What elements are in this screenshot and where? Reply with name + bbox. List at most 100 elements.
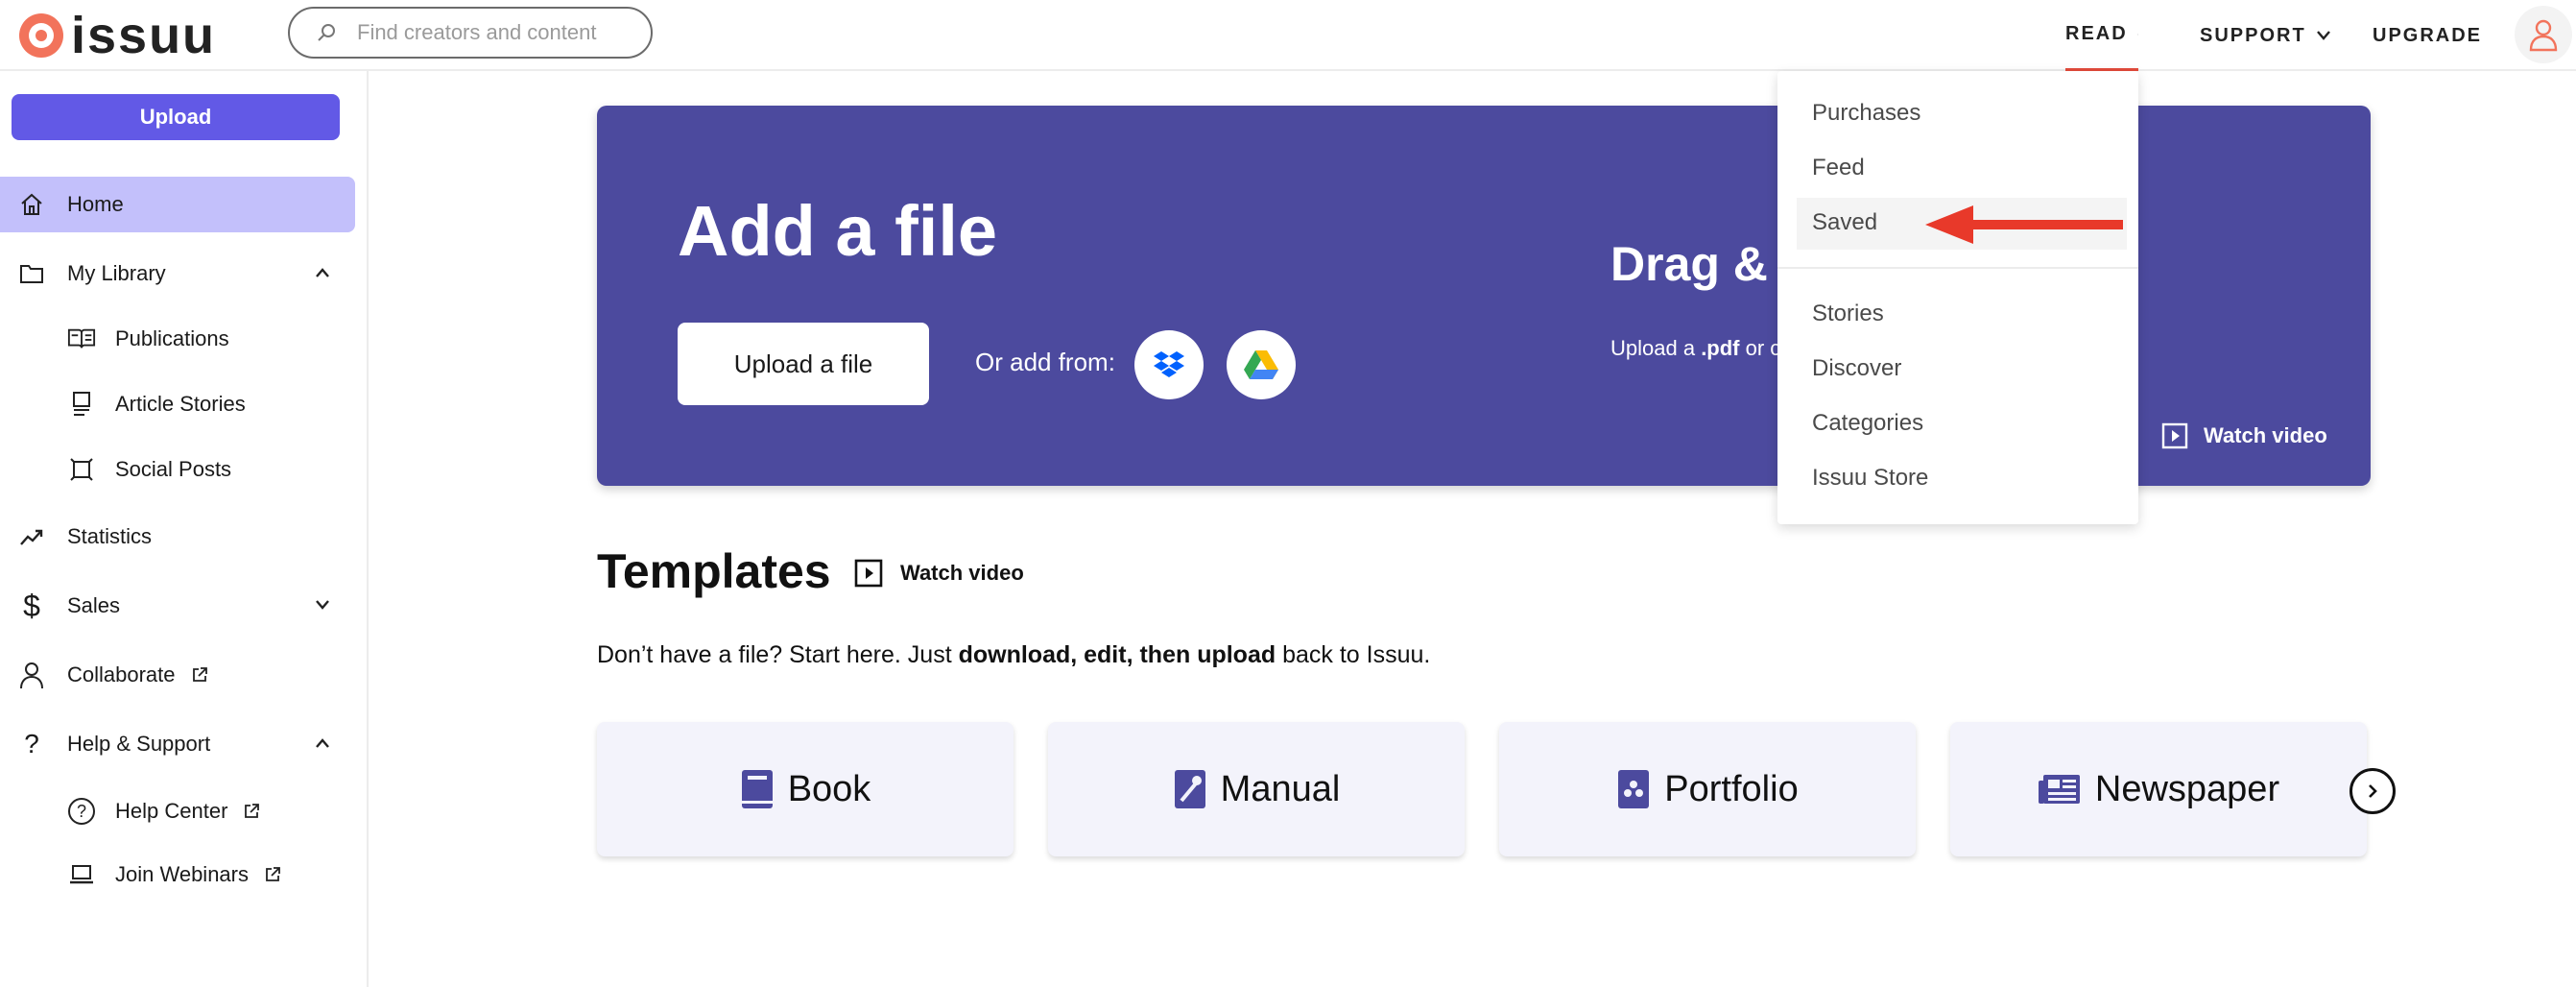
sidebar-item-label: Publications bbox=[115, 326, 229, 350]
search-input[interactable] bbox=[357, 20, 626, 45]
top-bar: issuu READ SUPPORT UPGRADE bbox=[0, 0, 2576, 71]
sidebar-item-label: Statistics bbox=[67, 524, 153, 548]
play-video-icon bbox=[854, 559, 883, 588]
dropdown-item-feed[interactable]: Feed bbox=[1812, 155, 1865, 181]
template-card-portfolio[interactable]: Portfolio bbox=[1499, 722, 1916, 856]
template-card-label: Newspaper bbox=[2094, 768, 2280, 809]
nav-support[interactable]: SUPPORT bbox=[2200, 0, 2331, 71]
sidebar-item-label: Collaborate bbox=[67, 662, 176, 686]
newspaper-icon bbox=[2038, 775, 2080, 804]
issuu-logo[interactable]: issuu bbox=[19, 10, 216, 61]
portfolio-icon bbox=[1618, 770, 1650, 808]
templates-title: Templates bbox=[597, 544, 831, 598]
dropbox-button[interactable] bbox=[1134, 330, 1204, 399]
nav-upgrade[interactable]: UPGRADE bbox=[2373, 0, 2482, 71]
sidebar-item-social-posts[interactable]: Social Posts bbox=[0, 442, 355, 497]
template-card-label: Manual bbox=[1220, 768, 1341, 809]
svg-text:?: ? bbox=[77, 802, 86, 821]
dropdown-item-categories[interactable]: Categories bbox=[1812, 410, 1923, 437]
template-card-label: Portfolio bbox=[1664, 768, 1799, 809]
sidebar-item-collaborate[interactable]: Collaborate bbox=[0, 647, 355, 703]
drag-desc-bold: .pdf bbox=[1701, 336, 1740, 360]
sidebar-item-sales[interactable]: $ Sales bbox=[0, 578, 355, 634]
external-link-icon bbox=[245, 804, 260, 818]
external-link-icon bbox=[192, 667, 207, 682]
nav-upgrade-label: UPGRADE bbox=[2373, 24, 2483, 46]
template-card-label: Book bbox=[787, 768, 871, 809]
sidebar-item-label: Article Stories bbox=[115, 392, 246, 416]
help-circle-icon: ? bbox=[67, 797, 96, 826]
social-post-icon bbox=[67, 455, 96, 484]
templates-next-button[interactable] bbox=[2349, 768, 2396, 814]
template-card-manual[interactable]: Manual bbox=[1048, 722, 1465, 856]
sidebar-item-help-center[interactable]: ? Help Center bbox=[0, 783, 355, 839]
templates-desc-bold: download, edit, then upload bbox=[958, 641, 1276, 668]
nav-support-label: SUPPORT bbox=[2200, 24, 2306, 46]
sidebar-item-label: Help Center bbox=[115, 799, 228, 823]
dropbox-icon bbox=[1154, 351, 1184, 377]
question-mark-icon: ? bbox=[24, 729, 39, 758]
sidebar-item-my-library[interactable]: My Library bbox=[0, 246, 355, 301]
sidebar-item-join-webinars[interactable]: Join Webinars bbox=[0, 847, 355, 903]
nav-read[interactable]: READ bbox=[2065, 0, 2138, 71]
upload-file-button[interactable]: Upload a file bbox=[678, 323, 929, 405]
upload-button[interactable]: Upload bbox=[12, 94, 340, 140]
play-video-icon bbox=[2161, 422, 2188, 449]
search-icon bbox=[318, 24, 335, 41]
person-icon bbox=[17, 661, 46, 689]
chevron-up-icon bbox=[2136, 34, 2138, 35]
issuu-logo-icon bbox=[19, 13, 63, 58]
trend-chart-icon bbox=[17, 522, 46, 551]
sidebar-item-help-support[interactable]: ? Help & Support bbox=[0, 716, 355, 772]
chevron-down-icon[interactable] bbox=[315, 599, 330, 611]
user-icon bbox=[2529, 19, 2558, 52]
sidebar-item-label: My Library bbox=[67, 261, 166, 285]
template-card-book[interactable]: Book bbox=[597, 722, 1014, 856]
article-icon bbox=[67, 390, 96, 419]
sidebar-item-statistics[interactable]: Statistics bbox=[0, 509, 355, 565]
sidebar-item-publications[interactable]: Publications bbox=[0, 311, 355, 367]
google-drive-button[interactable] bbox=[1227, 330, 1296, 399]
templates-desc-prefix: Don’t have a file? Start here. Just bbox=[597, 641, 959, 668]
nav-read-label: READ bbox=[2065, 23, 2128, 44]
sidebar-item-article-stories[interactable]: Article Stories bbox=[0, 376, 355, 432]
logo-text: issuu bbox=[71, 7, 217, 64]
external-link-icon bbox=[266, 867, 280, 881]
watch-video-label: Watch video bbox=[2204, 423, 2327, 447]
laptop-icon bbox=[67, 860, 96, 889]
dropdown-item-purchases[interactable]: Purchases bbox=[1812, 100, 1920, 127]
sidebar-item-home[interactable]: Home bbox=[0, 177, 355, 232]
drag-drop-title: Drag & bbox=[1610, 237, 1768, 291]
dollar-icon: $ bbox=[23, 588, 40, 623]
dropdown-item-saved[interactable]: Saved bbox=[1812, 209, 1877, 236]
google-drive-icon bbox=[1244, 350, 1278, 379]
user-avatar[interactable] bbox=[2515, 6, 2572, 63]
drag-desc-prefix: Upload a bbox=[1610, 336, 1702, 360]
open-book-icon bbox=[67, 325, 96, 353]
sidebar-item-label: Join Webinars bbox=[115, 862, 249, 886]
red-arrow-annotation-icon bbox=[1925, 205, 2123, 244]
chevron-up-icon[interactable] bbox=[315, 267, 330, 278]
sidebar-item-label: Social Posts bbox=[115, 457, 232, 481]
wrench-icon bbox=[1174, 770, 1205, 808]
dropdown-item-stories[interactable]: Stories bbox=[1812, 301, 1884, 327]
dropdown-item-issuu-store[interactable]: Issuu Store bbox=[1812, 465, 1928, 492]
home-icon bbox=[17, 190, 46, 219]
templates-desc-suffix: back to Issuu. bbox=[1276, 641, 1431, 668]
hero-watch-video-link[interactable]: Watch video bbox=[2161, 422, 2327, 449]
sidebar-item-label: Sales bbox=[67, 593, 121, 617]
read-dropdown-menu: Purchases Feed Saved Stories Discover Ca… bbox=[1777, 71, 2138, 524]
template-card-newspaper[interactable]: Newspaper bbox=[1950, 722, 2367, 856]
sidebar-item-label: Home bbox=[67, 192, 124, 216]
search-box[interactable] bbox=[288, 7, 653, 59]
drag-desc-suffix: or c bbox=[1739, 336, 1781, 360]
sidebar-item-label: Help & Support bbox=[67, 732, 211, 756]
add-file-title: Add a file bbox=[678, 191, 998, 271]
book-icon bbox=[741, 770, 773, 808]
chevron-up-icon[interactable] bbox=[315, 737, 330, 749]
chevron-down-icon bbox=[2316, 31, 2330, 40]
watch-video-label: Watch video bbox=[900, 561, 1024, 585]
dropdown-item-discover[interactable]: Discover bbox=[1812, 355, 1901, 382]
templates-description: Don’t have a file? Start here. Just down… bbox=[597, 641, 1430, 669]
templates-watch-video-link[interactable]: Watch video bbox=[854, 559, 1024, 588]
